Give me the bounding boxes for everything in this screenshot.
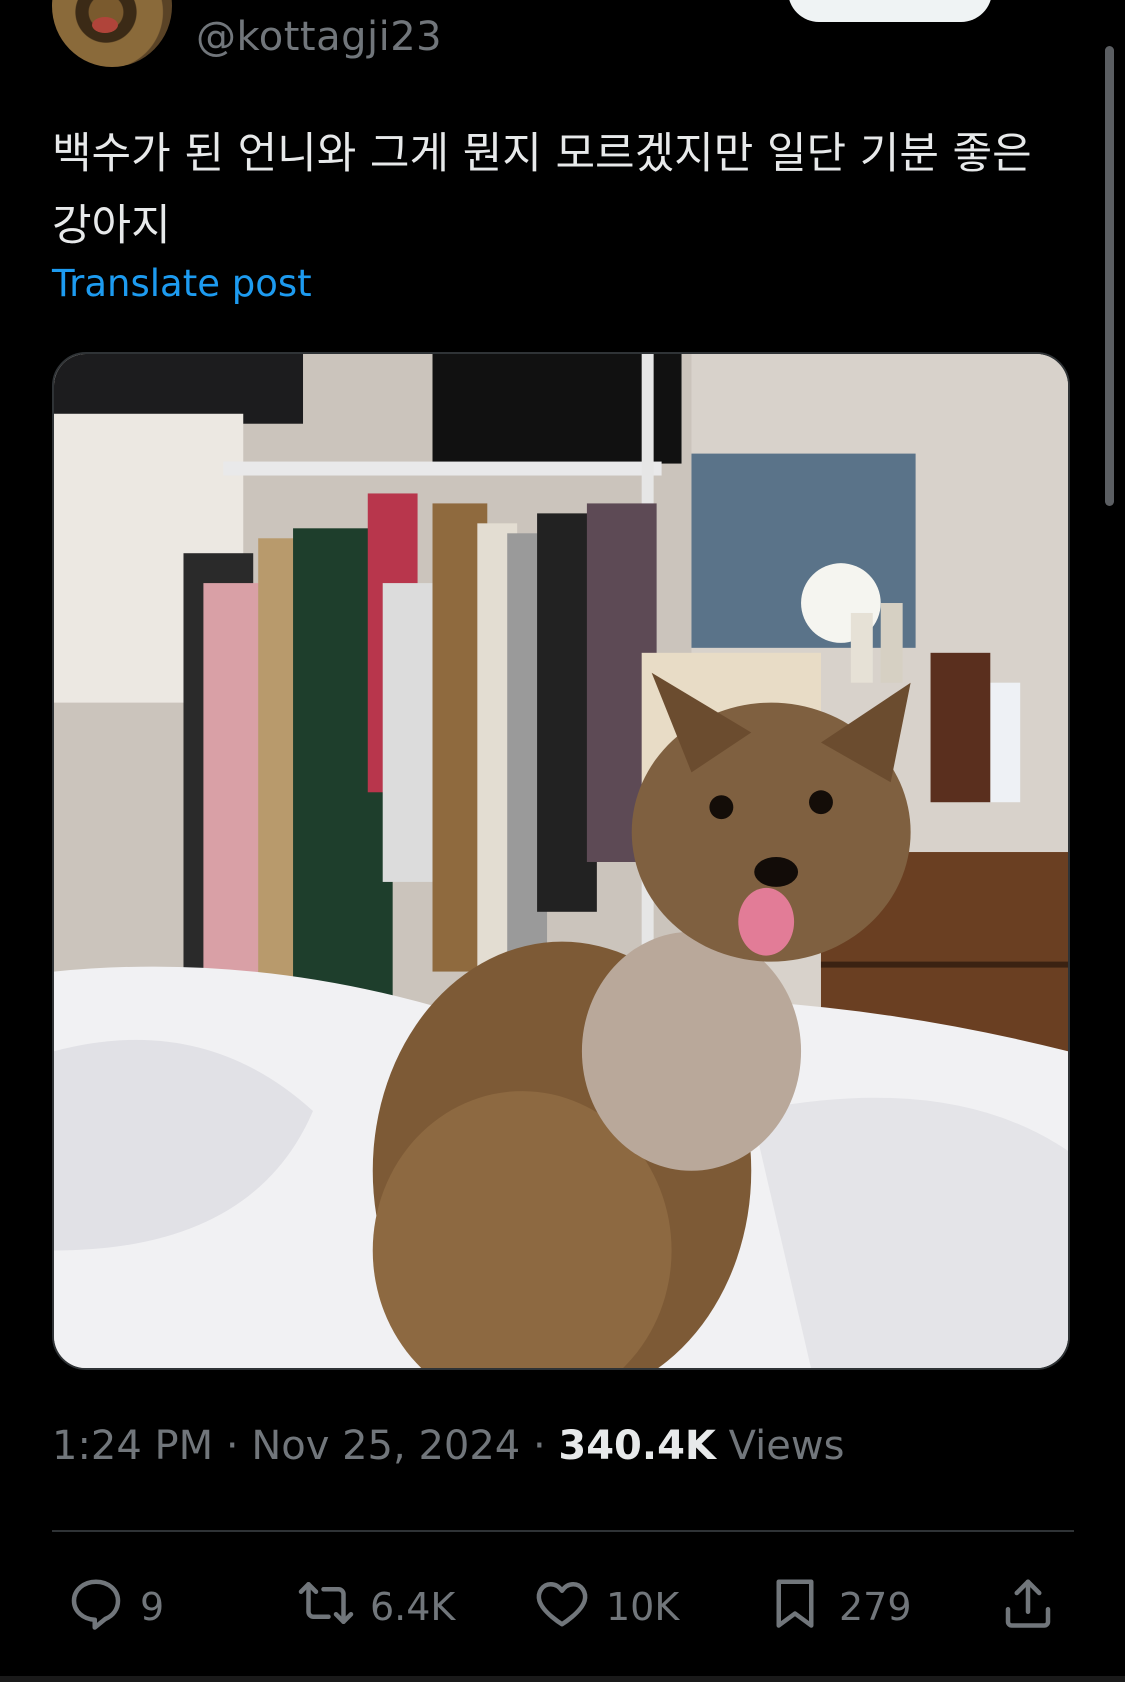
tweet-date[interactable]: Nov 25, 2024: [251, 1423, 520, 1469]
scrollbar-thumb[interactable]: [1105, 46, 1114, 506]
share-button[interactable]: [998, 1570, 1058, 1644]
bottom-edge: [0, 1676, 1125, 1682]
action-bar: 9 6.4K 10K 279: [0, 1570, 1125, 1644]
tweet-time: 1:24 PM: [52, 1423, 214, 1469]
share-icon: [998, 1573, 1058, 1642]
bookmark-button[interactable]: 279: [765, 1570, 912, 1644]
dog-photo-image: [54, 354, 1068, 1368]
views-count: 340.4K: [558, 1423, 716, 1469]
meta-separator: ·: [225, 1423, 239, 1469]
author-avatar[interactable]: [52, 0, 172, 67]
reply-icon: [66, 1573, 126, 1642]
meta-separator: ·: [532, 1423, 546, 1469]
avatar-dog-mouth: [92, 17, 118, 33]
divider: [52, 1530, 1074, 1532]
views-label: Views: [728, 1423, 845, 1469]
bookmark-count: 279: [839, 1585, 912, 1629]
tweet-metadata: 1:24 PM · Nov 25, 2024 · 340.4K Views: [52, 1423, 844, 1469]
reply-button[interactable]: 9: [66, 1570, 164, 1644]
repost-icon: [296, 1573, 356, 1642]
follow-button[interactable]: [788, 0, 992, 22]
bookmark-icon: [765, 1573, 825, 1642]
tweet-photo[interactable]: [52, 352, 1070, 1370]
repost-count: 6.4K: [370, 1585, 456, 1629]
tweet-text: 백수가 된 언니와 그게 뭔지 모르겠지만 일단 기분 좋은 강아지: [52, 129, 1032, 251]
heart-icon: [532, 1573, 592, 1642]
like-button[interactable]: 10K: [532, 1570, 679, 1644]
like-count: 10K: [606, 1585, 680, 1629]
reply-count: 9: [140, 1585, 165, 1629]
repost-button[interactable]: 6.4K: [296, 1570, 455, 1644]
author-handle[interactable]: @kottagji23: [196, 14, 442, 60]
translate-post-link[interactable]: Translate post: [52, 262, 312, 305]
